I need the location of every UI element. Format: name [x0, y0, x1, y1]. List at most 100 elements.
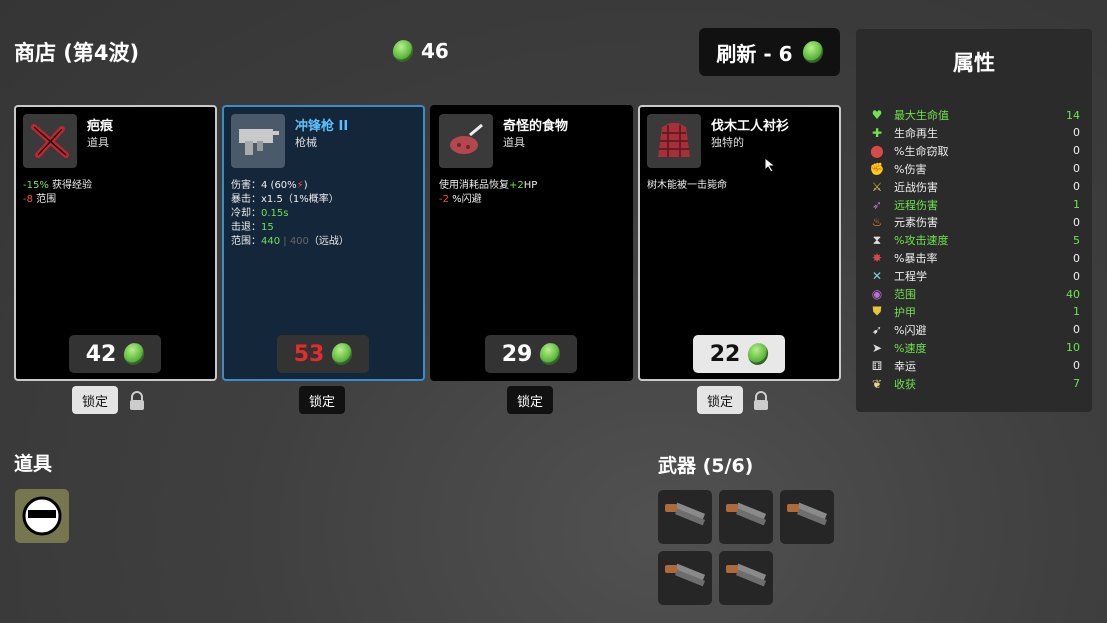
stat-name: 工程学: [894, 270, 927, 284]
regen-icon: ✚: [871, 125, 883, 140]
gold-counter: 46: [390, 37, 449, 65]
weapon-slot[interactable]: [780, 490, 834, 544]
stat-name: 元素伤害: [894, 216, 938, 230]
stat-row: ➹ %闪避 0: [868, 321, 1080, 339]
material-coin-icon: [537, 340, 564, 368]
stat-value: 0: [1073, 215, 1080, 229]
item-slot[interactable]: [15, 489, 69, 543]
shop-card-scar[interactable]: 疤痕 道具 -15% 获得经验 -8 范围 42: [14, 105, 217, 381]
stat-name: 近战伤害: [894, 180, 938, 194]
range-icon: ◉: [871, 287, 883, 301]
shirt-icon: [647, 114, 701, 168]
description-text: ): [303, 180, 308, 191]
stat-value: 5: [1073, 233, 1080, 247]
attack-speed-icon: ⧗: [872, 232, 882, 247]
weapon-slot[interactable]: [658, 490, 712, 544]
lock-label: 锁定: [517, 394, 544, 410]
description-text: | 400: [280, 236, 309, 247]
description-line: 伤害：4 (60%⚡): [231, 179, 349, 193]
buy-price-button[interactable]: 42: [69, 335, 161, 373]
description-text: x1.5: [261, 194, 283, 205]
description-text: 范围：: [231, 236, 261, 247]
weapons-section-label: 武器 (5/6): [658, 455, 754, 477]
buy-price-button[interactable]: 22: [693, 335, 785, 373]
description-line: 使用消耗品恢复+2HP: [439, 179, 537, 193]
description-text: -8: [23, 194, 33, 205]
description-line: -2 %闪避: [439, 193, 537, 207]
lock-button[interactable]: 锁定: [697, 386, 744, 414]
buy-price-button[interactable]: 53: [277, 335, 369, 373]
description-line: -8 范围: [23, 193, 92, 207]
description-text: 获得经验: [48, 180, 93, 191]
description-text: 树木能被一击毙命: [647, 180, 727, 191]
stat-value: 10: [1066, 341, 1080, 355]
lock-button[interactable]: 锁定: [299, 386, 346, 414]
stat-name: %暴击率: [894, 252, 938, 266]
smg-icon: [231, 114, 285, 168]
price-value: 22: [709, 341, 741, 367]
stat-name: 远程伤害: [894, 198, 938, 212]
description-text: %闪避: [448, 194, 482, 205]
padlock-icon: [130, 391, 144, 410]
description-line: 范围：440 | 400（远战）: [231, 235, 349, 249]
description-text: 冷却：: [231, 208, 261, 219]
stat-row: ♨ 元素伤害 0: [868, 213, 1080, 231]
helmet-icon: [22, 496, 62, 536]
stat-name: 范围: [894, 288, 916, 301]
ranged-icon: ➶: [871, 197, 883, 212]
luck-icon: ⚅: [871, 358, 883, 373]
refresh-button[interactable]: 刷新 - 6: [699, 28, 840, 76]
stat-value: 1: [1073, 198, 1080, 211]
description-text: 440: [261, 236, 281, 247]
stat-row: ➶ 远程伤害 1: [868, 196, 1080, 214]
card-description: 伤害：4 (60%⚡) 暴击：x1.5（1%概率） 冷却：0.15s 击退：15 范围：…: [231, 179, 349, 249]
shop-card-weird-food[interactable]: 奇怪的食物 道具 使用消耗品恢复+2HP -2 %闪避 29: [430, 105, 633, 381]
stat-row: ◉ 范围 40: [868, 285, 1080, 303]
lock-button[interactable]: 锁定: [72, 386, 119, 414]
description-text: 0.15s: [261, 208, 289, 219]
stat-value: 14: [1066, 108, 1080, 122]
description-text: 4 (60%: [261, 180, 297, 191]
engineering-icon: ✕: [871, 269, 883, 284]
stat-value: 1: [1073, 305, 1080, 319]
stat-value: 0: [1073, 359, 1080, 373]
stat-value: 0: [1073, 144, 1080, 158]
material-coin-icon: [329, 340, 356, 368]
stats-title: 属性: [953, 51, 995, 75]
lock-button[interactable]: 锁定: [507, 386, 554, 414]
stat-name: 最大生命值: [894, 109, 949, 122]
weapon-slot[interactable]: [719, 551, 773, 605]
shop-title: 商店 (第4波): [14, 41, 140, 65]
stat-name: 生命再生: [894, 126, 938, 140]
scar-icon: [23, 114, 77, 168]
lock-label: 锁定: [309, 394, 336, 410]
card-type: 枪械: [295, 136, 317, 149]
stat-row: ⬤ %生命窃取 0: [868, 142, 1080, 160]
stat-row: ✚ 生命再生 0: [868, 124, 1080, 142]
heart-icon: ♥: [871, 108, 883, 122]
description-text: 暴击：: [231, 194, 261, 205]
description-line: -15% 获得经验: [23, 179, 92, 193]
weapon-slot[interactable]: [719, 490, 773, 544]
items-section-label: 道具: [14, 453, 53, 475]
elemental-icon: ♨: [871, 215, 883, 230]
stat-row: ❦ 收获 7: [868, 375, 1080, 393]
shop-card-lumberjack-shirt[interactable]: 伐木工人衬衫 独特的 树木能被一击毙命 22: [638, 105, 841, 381]
stat-value: 7: [1073, 377, 1080, 390]
card-name: 疤痕: [87, 119, 114, 134]
refresh-label: 刷新 - 6: [716, 41, 793, 66]
stat-row: ✕ 工程学 0: [868, 267, 1080, 285]
description-text: 击退：: [231, 222, 261, 233]
description-text: 使用消耗品恢复: [439, 180, 509, 191]
card-name: 伐木工人衬衫: [711, 119, 790, 134]
lock-label: 锁定: [82, 394, 109, 410]
price-value: 29: [501, 341, 533, 367]
price-value: 42: [85, 341, 117, 367]
stat-name: %伤害: [894, 162, 927, 176]
buy-price-button[interactable]: 29: [485, 335, 577, 373]
shop-card-smg[interactable]: 冲锋枪 II 枪械 伤害：4 (60%⚡) 暴击：x1.5（1%概率） 冷却：0.1…: [222, 105, 425, 381]
weapon-slot[interactable]: [658, 551, 712, 605]
speed-icon: ➤: [871, 340, 883, 355]
stat-value: 40: [1066, 287, 1080, 301]
shotgun-icon: [724, 561, 768, 595]
